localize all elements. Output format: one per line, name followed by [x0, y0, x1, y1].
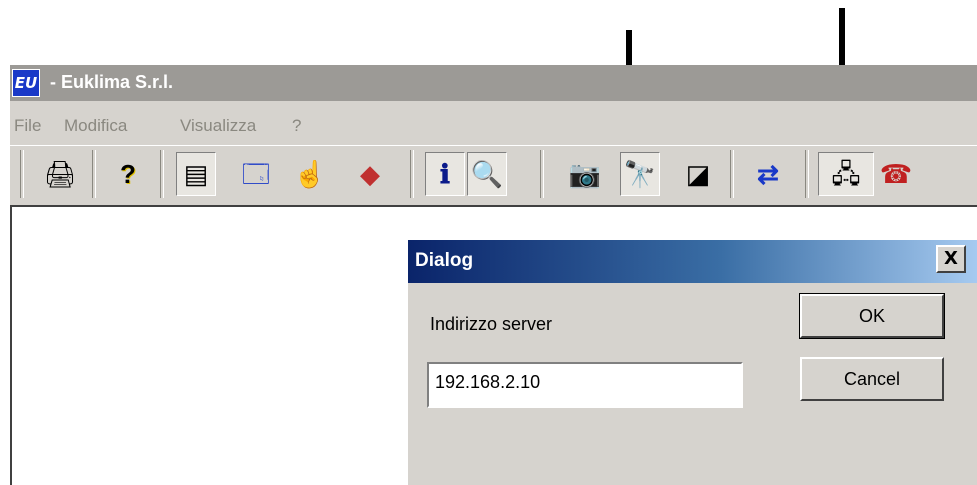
chart-icon[interactable]: ◪: [678, 152, 718, 196]
window-icon[interactable]: 🗔: [236, 152, 276, 196]
toolbar-separator: [540, 150, 544, 198]
toolbar-separator: [92, 150, 96, 198]
close-icon[interactable]: X: [936, 245, 966, 273]
menu-bar: [10, 101, 977, 145]
dialog-title-bar[interactable]: [408, 240, 977, 283]
info-search-icon[interactable]: 🔍: [467, 152, 507, 196]
print-icon[interactable]: 🖨: [40, 152, 80, 196]
binoculars-icon[interactable]: 🔭: [620, 152, 660, 196]
cursor-icon[interactable]: ☝: [290, 152, 330, 196]
toolbar-separator: [160, 150, 164, 198]
camera-icon[interactable]: 📷: [565, 152, 605, 196]
app-logo-icon: EU: [12, 69, 40, 97]
menu-modifica[interactable]: Modifica: [64, 116, 127, 136]
toolbar-separator: [20, 150, 24, 198]
form-icon[interactable]: ▤: [176, 152, 216, 196]
cancel-button[interactable]: Cancel: [800, 357, 944, 401]
toolbar-separator: [410, 150, 414, 198]
info-icon[interactable]: ℹ: [425, 152, 465, 196]
transfer-icon[interactable]: ⇄: [748, 152, 788, 196]
shapes-icon[interactable]: ◆: [350, 152, 390, 196]
menu-visualizza[interactable]: Visualizza: [180, 116, 256, 136]
server-address-label: Indirizzo server: [430, 314, 553, 334]
help-icon[interactable]: ?: [108, 152, 148, 196]
toolbar-separator: [730, 150, 734, 198]
server-address-input[interactable]: 192.168.2.10: [427, 362, 743, 408]
ok-button[interactable]: OK: [799, 293, 945, 339]
menu-help[interactable]: ?: [292, 116, 301, 136]
menu-file[interactable]: File: [14, 116, 41, 136]
network-icon[interactable]: 🖧: [818, 152, 874, 196]
phone-icon[interactable]: ☎: [876, 152, 916, 196]
window-title: - Euklima S.r.l.: [50, 72, 174, 92]
toolbar-separator: [805, 150, 809, 198]
dialog-title: Dialog: [415, 250, 474, 271]
